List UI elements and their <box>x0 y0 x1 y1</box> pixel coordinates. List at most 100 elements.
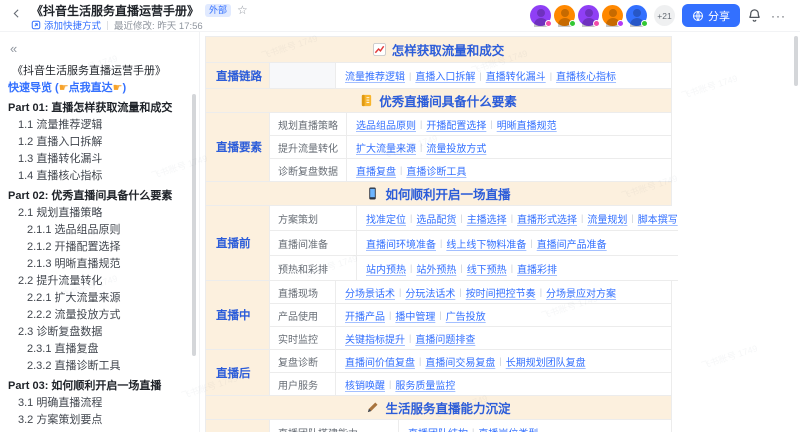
page-scrollbar[interactable] <box>794 36 798 86</box>
outline-item[interactable]: 《抖音生活服务直播运营手册》 <box>0 63 199 80</box>
doc-link[interactable]: 直播团队结构 <box>408 425 468 432</box>
doc-link[interactable]: 直播间交易复盘 <box>425 354 495 369</box>
doc-link[interactable]: 直播彩排 <box>517 261 557 276</box>
doc-link[interactable]: 站外预热 <box>416 261 456 276</box>
notification-bell-icon[interactable] <box>747 8 762 23</box>
doc-link[interactable]: 长期规划团队复盘 <box>506 354 586 369</box>
doc-link[interactable]: 开播产品 <box>345 308 385 323</box>
outline-item[interactable]: 2.1.3 明晰直播规范 <box>0 256 199 273</box>
outline-item[interactable]: 2.1 规划直播策略 <box>0 205 199 222</box>
row-links: 直播团队结构|直播岗位类型 <box>399 420 671 432</box>
outline-item[interactable]: Part 02: 优秀直播间具备什么要素 <box>0 188 199 205</box>
table-group: 直播前方案策划找准定位|选品配货|主播选择|直播形式选择|流量规划|脚本撰写直播… <box>205 206 672 281</box>
outline-item[interactable]: 3.1 明确直播流程 <box>0 395 199 412</box>
group-label: 直播要素 <box>206 113 269 182</box>
table-group: 直播中直播现场分场景话术|分玩法话术|按时间把控节奏|分场景应对方案产品使用开播… <box>205 281 672 350</box>
doc-link[interactable]: 直播诊断工具 <box>406 163 466 178</box>
avatar[interactable] <box>530 5 551 26</box>
doc-link[interactable]: 分场景话术 <box>345 285 395 300</box>
outline-item[interactable]: 2.2.1 扩大流量来源 <box>0 290 199 307</box>
doc-link[interactable]: 直播间价值复盘 <box>345 354 415 369</box>
row-links: 核销唤醒|服务质量监控 <box>336 373 671 396</box>
status-dot <box>593 20 600 27</box>
row-links: 分场景话术|分玩法话术|按时间把控节奏|分场景应对方案 <box>336 281 671 304</box>
doc-link[interactable]: 找准定位 <box>366 211 406 226</box>
outline-item[interactable]: 1.3 直播转化漏斗 <box>0 151 199 168</box>
outline-item[interactable]: 2.3 诊断复盘数据 <box>0 324 199 341</box>
doc-link[interactable]: 站内预热 <box>366 261 406 276</box>
outline-item[interactable]: 2.3.2 直播诊断工具 <box>0 358 199 375</box>
share-label: 分享 <box>708 8 730 24</box>
doc-link[interactable]: 分场景应对方案 <box>546 285 616 300</box>
row-subcategory: 复盘诊断 <box>269 350 336 373</box>
topbar-left: 《抖音生活服务直播运营手册》 外部 ☆ 添加快捷方式 最近修改: 昨天 17:5… <box>10 0 248 32</box>
row-subcategory: 直播间准备 <box>269 231 357 256</box>
outline-item[interactable]: Part 01: 直播怎样获取流量和成交 <box>0 100 199 117</box>
doc-link[interactable]: 主播选择 <box>467 211 507 226</box>
outline-quick-nav[interactable]: 快速导览 (☛点我直达☛) <box>0 80 199 97</box>
doc-link[interactable]: 流量推荐逻辑 <box>345 68 405 83</box>
doc-link[interactable]: 直播复盘 <box>356 163 396 178</box>
doc-link[interactable]: 选品组品原则 <box>356 117 416 132</box>
doc-link[interactable]: 直播转化漏斗 <box>486 68 546 83</box>
more-menu-icon[interactable]: ··· <box>769 9 788 23</box>
outline-item[interactable]: Part 03: 如何顺利开启一场直播 <box>0 378 199 395</box>
doc-link[interactable]: 直播问题排查 <box>415 331 475 346</box>
link-separator: | <box>530 238 532 248</box>
back-icon[interactable] <box>10 7 23 25</box>
link-separator: | <box>439 310 441 320</box>
doc-link[interactable]: 直播间产品准备 <box>537 236 607 251</box>
doc-link[interactable]: 直播入口拆解 <box>415 68 475 83</box>
doc-link[interactable]: 直播形式选择 <box>517 211 577 226</box>
link-separator: | <box>581 213 583 223</box>
doc-link[interactable]: 服务质量监控 <box>395 377 455 392</box>
row-links: 关键指标提升|直播问题排查 <box>336 327 671 350</box>
doc-link[interactable]: 关键指标提升 <box>345 331 405 346</box>
row-subcategory: 规划直播策略 <box>269 113 347 136</box>
outline-item[interactable]: 1.4 直播核心指标 <box>0 168 199 185</box>
doc-link[interactable]: 分玩法话术 <box>405 285 455 300</box>
avatar[interactable] <box>626 5 647 26</box>
doc-link[interactable]: 广告投放 <box>446 308 486 323</box>
collaborator-overflow-badge[interactable]: +21 <box>654 5 675 26</box>
star-icon[interactable]: ☆ <box>237 4 248 16</box>
sidebar-scrollbar[interactable] <box>192 94 196 356</box>
link-separator: | <box>490 119 492 129</box>
section-header: 如何顺利开启一场直播 <box>205 182 672 206</box>
pen-icon <box>366 401 379 414</box>
doc-link[interactable]: 开播配置选择 <box>426 117 486 132</box>
add-shortcut-button[interactable]: 添加快捷方式 <box>31 18 101 32</box>
outline-item[interactable]: 1.2 直播入口拆解 <box>0 134 199 151</box>
outline-item[interactable]: 3.2 方案策划要点 <box>0 412 199 429</box>
doc-link[interactable]: 流量规划 <box>587 211 627 226</box>
doc-link[interactable]: 明晰直播规范 <box>497 117 557 132</box>
outline-item[interactable]: 1.1 流量推荐逻辑 <box>0 117 199 134</box>
doc-link[interactable]: 核销唤醒 <box>345 377 385 392</box>
doc-link[interactable]: 脚本撰写 <box>638 211 678 226</box>
doc-link[interactable]: 直播岗位类型 <box>478 425 538 432</box>
doc-link[interactable]: 流量投放方式 <box>426 140 486 155</box>
table-group: 直播后复盘诊断直播间价值复盘|直播间交易复盘|长期规划团队复盘用户服务核销唤醒|… <box>205 350 672 396</box>
doc-link[interactable]: 扩大流量来源 <box>356 140 416 155</box>
doc-link[interactable]: 按时间把控节奏 <box>466 285 536 300</box>
outline-item[interactable]: 2.2 提升流量转化 <box>0 273 199 290</box>
doc-link[interactable]: 直播核心指标 <box>556 68 616 83</box>
document-canvas: 怎样获取流量和成交直播链路流量推荐逻辑|直播入口拆解|直播转化漏斗|直播核心指标… <box>200 32 800 432</box>
outline-item[interactable]: 2.3.1 直播复盘 <box>0 341 199 358</box>
collapse-sidebar-icon[interactable]: « <box>0 41 199 56</box>
avatar[interactable] <box>602 5 623 26</box>
avatar[interactable] <box>578 5 599 26</box>
doc-link[interactable]: 直播间环境准备 <box>366 236 436 251</box>
doc-link[interactable]: 选品配货 <box>416 211 456 226</box>
avatar[interactable] <box>554 5 575 26</box>
outline-item[interactable]: 2.2.2 流量投放方式 <box>0 307 199 324</box>
ledger-icon <box>360 94 373 107</box>
share-button[interactable]: 分享 <box>682 4 740 27</box>
section-title: 如何顺利开启一场直播 <box>385 184 510 203</box>
row-links: 站内预热|站外预热|线下预热|直播彩排 <box>357 256 678 281</box>
doc-link[interactable]: 线下预热 <box>467 261 507 276</box>
outline-item[interactable]: 2.1.1 选品组品原则 <box>0 222 199 239</box>
doc-link[interactable]: 播中管理 <box>395 308 435 323</box>
outline-item[interactable]: 2.1.2 开播配置选择 <box>0 239 199 256</box>
doc-link[interactable]: 线上线下物料准备 <box>446 236 526 251</box>
